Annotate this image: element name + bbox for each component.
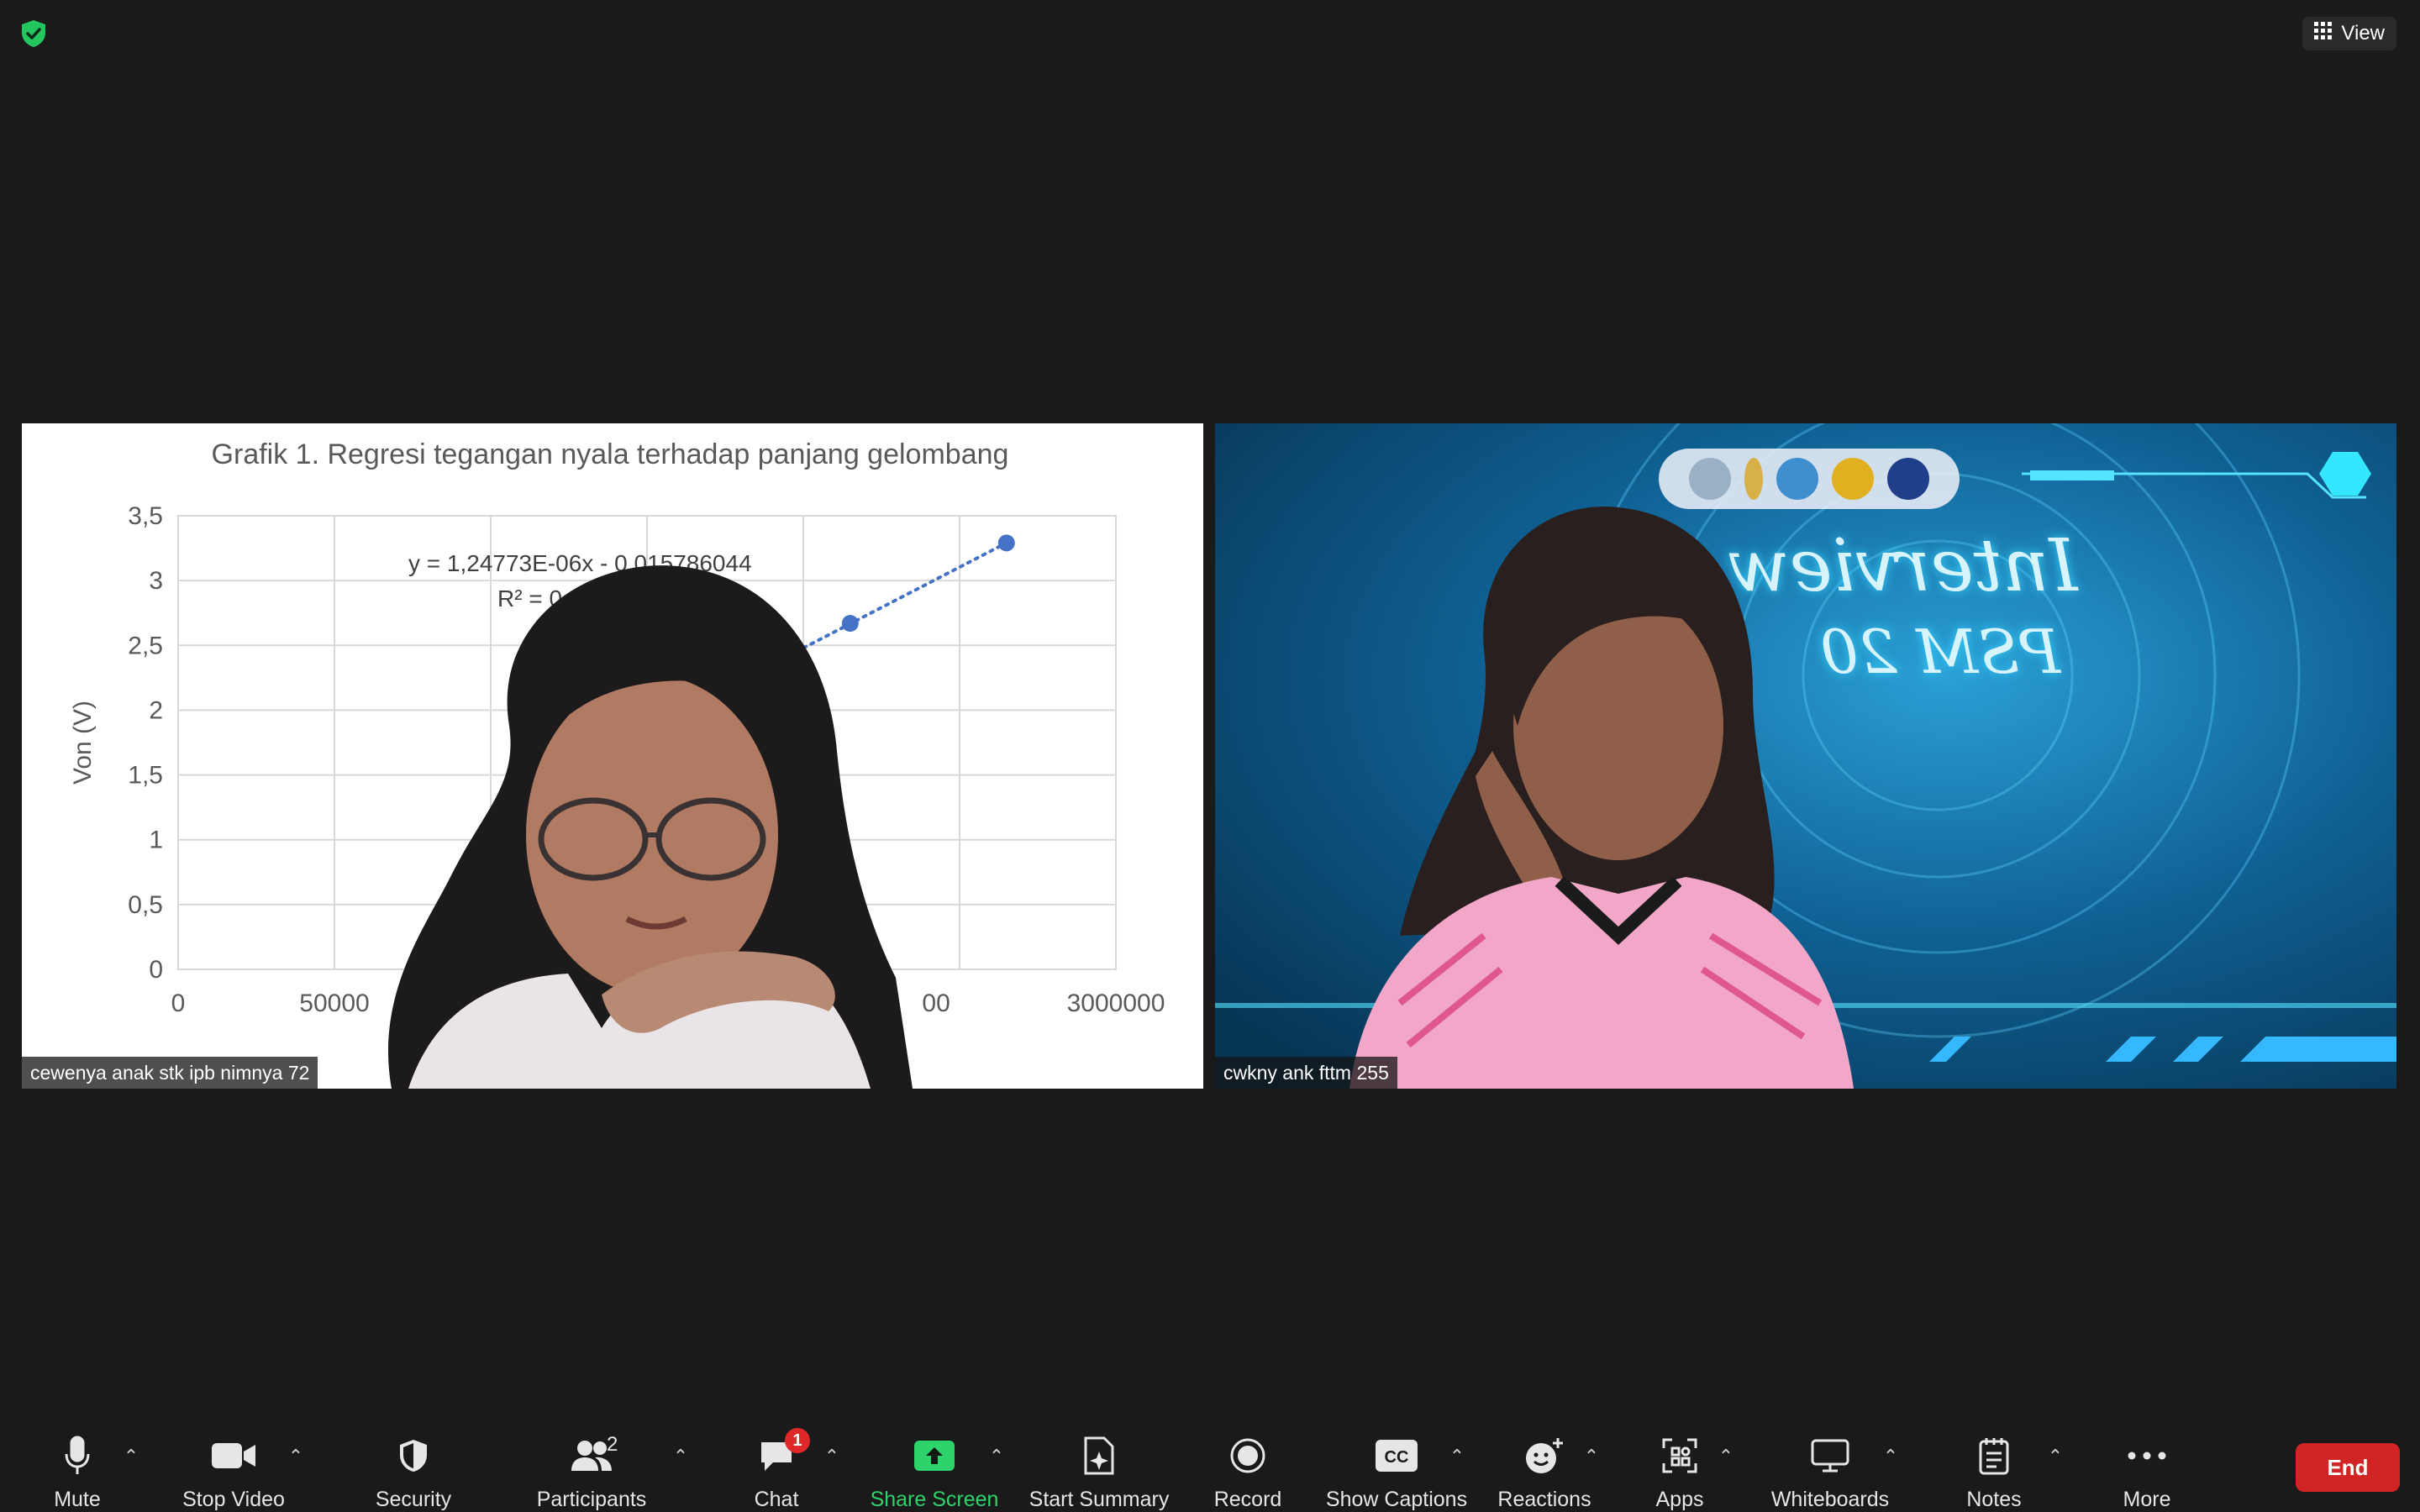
logo-icon	[1744, 458, 1763, 500]
logo-icon	[1887, 458, 1929, 500]
y-tick-label: 0,5	[128, 891, 163, 919]
y-tick-label: 0	[149, 956, 163, 984]
meeting-window: View Grafik 1. Regresi tegangan nyala te…	[0, 0, 2420, 1512]
participants-count: 2	[607, 1433, 618, 1456]
x-tick-label: 0	[171, 990, 186, 1017]
y-tick-label: 2,5	[128, 632, 163, 659]
grid-icon	[2314, 21, 2333, 46]
y-tick-label: 2	[149, 696, 163, 724]
participant-video-left	[388, 565, 913, 1089]
stop-video-label: Stop Video	[182, 1488, 285, 1511]
cc-icon-text: CC	[1385, 1448, 1409, 1467]
y-tick-label: 3	[149, 567, 163, 595]
view-label: View	[2341, 22, 2385, 45]
notes-button[interactable]: Notes	[1958, 1411, 2030, 1512]
share-options-caret-icon[interactable]: ⌃	[986, 1446, 1007, 1467]
video-options-caret-icon[interactable]: ⌃	[286, 1446, 306, 1467]
more-label: More	[2123, 1488, 2171, 1511]
whiteboards-button[interactable]: Whiteboards	[1763, 1411, 1897, 1512]
start-summary-label: Start Summary	[1028, 1488, 1170, 1511]
apps-options-caret-icon[interactable]: ⌃	[1716, 1446, 1736, 1467]
share-screen-button[interactable]: Share Screen	[867, 1411, 1002, 1512]
encryption-shield-icon[interactable]	[17, 17, 50, 50]
logo-icon	[1832, 458, 1874, 500]
participant-video-right	[1349, 507, 1854, 1089]
participants-label: Participants	[536, 1488, 647, 1511]
y-axis-label: Von (V)	[69, 701, 97, 785]
security-button[interactable]: Security	[371, 1411, 455, 1512]
security-label: Security	[375, 1488, 452, 1511]
apps-button[interactable]: Apps	[1645, 1411, 1714, 1512]
start-summary-button[interactable]: Start Summary	[1027, 1411, 1171, 1512]
show-captions-label: Show Captions	[1325, 1488, 1468, 1511]
more-button[interactable]: More	[2111, 1411, 2183, 1512]
mute-button[interactable]: Mute	[44, 1411, 111, 1512]
more-dots-icon	[2128, 1433, 2166, 1478]
end-meeting-button[interactable]: End	[2296, 1443, 2400, 1492]
whiteboards-options-caret-icon[interactable]: ⌃	[1881, 1446, 1901, 1467]
share-screen-icon	[914, 1433, 955, 1478]
logo-icon	[1689, 458, 1731, 500]
emoji-reaction-icon	[1524, 1433, 1565, 1478]
record-icon	[1229, 1433, 1266, 1478]
reactions-label: Reactions	[1497, 1488, 1591, 1511]
mute-label: Mute	[54, 1488, 101, 1511]
y-axis-ticks: 0 0,5 1 1,5 2 2,5 3 3,5	[128, 502, 163, 984]
y-tick-label: 1,5	[128, 762, 163, 790]
chat-label: Chat	[754, 1488, 799, 1511]
notes-icon	[1978, 1433, 2010, 1478]
y-tick-label: 1	[149, 827, 163, 854]
record-label: Record	[1213, 1488, 1282, 1511]
video-tile-right[interactable]: Interview PSM 20 cwkny ank fttm 255	[1215, 423, 2396, 1089]
participant-name-tag: cewenya anak stk ipb nimnya 72	[22, 1057, 318, 1089]
reactions-button[interactable]: Reactions	[1496, 1411, 1593, 1512]
microphone-icon	[65, 1433, 90, 1478]
whiteboards-label: Whiteboards	[1770, 1488, 1890, 1511]
video-camera-icon	[212, 1433, 255, 1478]
view-button[interactable]: View	[2302, 17, 2396, 50]
summary-sparkle-icon	[1082, 1433, 1116, 1478]
chart-title: Grafik 1. Regresi tegangan nyala terhada…	[212, 438, 1009, 470]
chat-options-caret-icon[interactable]: ⌃	[822, 1446, 842, 1467]
captions-options-caret-icon[interactable]: ⌃	[1447, 1446, 1467, 1467]
record-button[interactable]: Record	[1210, 1411, 1286, 1512]
chat-unread-badge: 1	[785, 1428, 810, 1453]
participants-icon: 2	[570, 1433, 618, 1478]
participants-options-caret-icon[interactable]: ⌃	[671, 1446, 691, 1467]
whiteboard-icon	[1811, 1433, 1849, 1478]
notes-options-caret-icon[interactable]: ⌃	[2045, 1446, 2065, 1467]
reactions-options-caret-icon[interactable]: ⌃	[1581, 1446, 1602, 1467]
participants-button[interactable]: 2 Participants	[529, 1411, 654, 1512]
chat-button[interactable]: 1 Chat	[739, 1411, 813, 1512]
logo-icon	[1776, 458, 1818, 500]
banner-subtitle: PSM 20	[1820, 617, 2060, 687]
participant-name-tag: cwkny ank fttm 255	[1215, 1057, 1397, 1089]
closed-captions-icon: CC	[1376, 1433, 1418, 1478]
notes-label: Notes	[1966, 1488, 2022, 1511]
y-tick-label: 3,5	[128, 502, 163, 530]
apps-icon	[1662, 1433, 1697, 1478]
show-captions-button[interactable]: CC Show Captions	[1325, 1411, 1468, 1512]
video-tile-left[interactable]: Grafik 1. Regresi tegangan nyala terhada…	[22, 423, 1203, 1089]
meeting-toolbar: Mute ⌃ Stop Video ⌃ Security 2 Participa…	[0, 1411, 2420, 1512]
chat-bubble-icon: 1	[758, 1428, 810, 1478]
apps-label: Apps	[1655, 1488, 1704, 1511]
share-screen-label: Share Screen	[870, 1488, 999, 1511]
stop-video-button[interactable]: Stop Video	[175, 1411, 292, 1512]
data-point	[997, 534, 1015, 552]
x-tick-label: 3000000	[1067, 990, 1165, 1017]
shield-icon	[398, 1433, 429, 1478]
audio-options-caret-icon[interactable]: ⌃	[121, 1446, 141, 1467]
